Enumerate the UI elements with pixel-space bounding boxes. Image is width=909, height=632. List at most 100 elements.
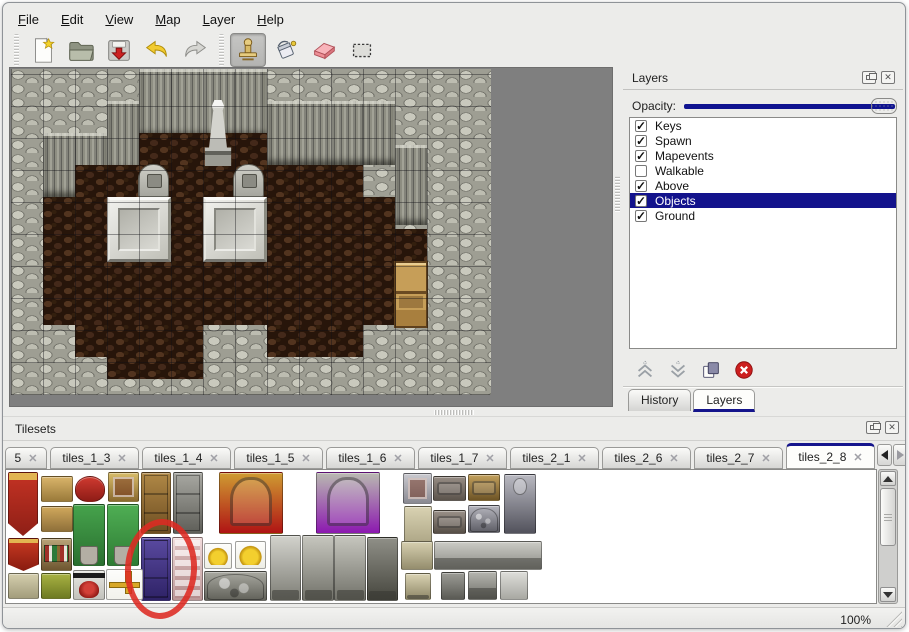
scrollbar-thumb[interactable] <box>880 488 896 546</box>
tile-metal-chest-2[interactable] <box>433 510 466 534</box>
tile-gold-pile[interactable] <box>235 541 266 569</box>
tileset-tab-tiles_2_6[interactable]: tiles_2_6✕ <box>602 447 691 469</box>
tab-close-icon[interactable]: ✕ <box>393 452 402 465</box>
move-layer-down-button[interactable] <box>666 358 690 382</box>
tile-red-grindstone[interactable] <box>73 570 105 600</box>
tile-armor-suit[interactable] <box>504 474 536 534</box>
tile-small-obelisk[interactable] <box>405 573 431 600</box>
layer-checkbox[interactable] <box>635 165 647 177</box>
menu-item-map[interactable]: Map <box>148 10 187 29</box>
layer-row-keys[interactable]: ✓Keys <box>630 118 896 133</box>
undo-button[interactable] <box>139 33 175 67</box>
delete-layer-button[interactable] <box>732 358 756 382</box>
tileset-tab-tiles_1_4[interactable]: tiles_1_4✕ <box>142 447 231 469</box>
layer-row-mapevents[interactable]: ✓Mapevents <box>630 148 896 163</box>
tile-green-banner[interactable] <box>41 573 71 599</box>
tile-gold-mirror[interactable] <box>108 472 139 502</box>
layer-row-above[interactable]: ✓Above <box>630 178 896 193</box>
menu-item-file[interactable]: File <box>11 10 46 29</box>
scroll-down-button[interactable] <box>880 587 896 602</box>
tab-close-icon[interactable]: ✕ <box>853 451 862 464</box>
toolbar-handle[interactable] <box>14 34 19 66</box>
stamp-tool-button[interactable] <box>230 33 266 67</box>
tab-close-icon[interactable]: ✕ <box>117 452 126 465</box>
map-canvas[interactable] <box>9 67 613 407</box>
tab-scroll-left-button[interactable] <box>877 444 892 466</box>
eraser-tool-button[interactable] <box>306 33 342 67</box>
layer-row-ground[interactable]: ✓Ground <box>630 208 896 223</box>
scroll-up-button[interactable] <box>880 471 896 486</box>
tileset-tab-tiles_1_5[interactable]: tiles_1_5✕ <box>234 447 323 469</box>
menu-item-layer[interactable]: Layer <box>196 10 243 29</box>
tile-red-cushion[interactable] <box>75 476 105 502</box>
tab-close-icon[interactable]: ✕ <box>485 452 494 465</box>
tab-close-icon[interactable]: ✕ <box>301 452 310 465</box>
opacity-slider[interactable] <box>684 98 897 114</box>
tileset-tab-5[interactable]: 5✕ <box>5 447 47 469</box>
tile-red-throne[interactable] <box>219 472 283 534</box>
layer-row-walkable[interactable]: Walkable <box>630 163 896 178</box>
toolbar-handle[interactable] <box>219 34 224 66</box>
tileset-tab-tiles_2_1[interactable]: tiles_2_1✕ <box>510 447 599 469</box>
tileset-tab-tiles_2_8[interactable]: tiles_2_8✕ <box>786 443 875 469</box>
tile-tomb-pedestal[interactable] <box>401 541 433 570</box>
tileset-tab-tiles_1_3[interactable]: tiles_1_3✕ <box>50 447 139 469</box>
horizontal-splitter[interactable] <box>434 408 474 416</box>
tile-purple-throne[interactable] <box>316 472 380 534</box>
tile-red-banner[interactable] <box>8 472 38 536</box>
open-map-button[interactable] <box>63 33 99 67</box>
tab-close-icon[interactable]: ✕ <box>209 452 218 465</box>
tileset-scrollbar[interactable] <box>878 469 898 604</box>
resize-grip[interactable] <box>885 610 902 627</box>
tile-gold-key[interactable] <box>204 543 232 569</box>
tile-red-emblem[interactable] <box>8 538 39 571</box>
rect-select-tool-button[interactable] <box>344 33 380 67</box>
opacity-slider-handle[interactable] <box>871 98 897 114</box>
tile-armor-pile[interactable] <box>468 505 500 533</box>
tab-close-icon[interactable]: ✕ <box>669 452 678 465</box>
dock-tab-layers[interactable]: Layers <box>693 389 755 412</box>
menu-item-help[interactable]: Help <box>250 10 291 29</box>
layer-checkbox[interactable]: ✓ <box>635 150 647 162</box>
tileset-tab-tiles_1_6[interactable]: tiles_1_6✕ <box>326 447 415 469</box>
menu-item-view[interactable]: View <box>98 10 140 29</box>
new-map-button[interactable] <box>25 33 61 67</box>
tile-ghost-statue[interactable] <box>270 535 301 601</box>
dock-tab-history[interactable]: History <box>628 389 691 411</box>
tab-close-icon[interactable]: ✕ <box>28 452 37 465</box>
layer-checkbox[interactable]: ✓ <box>635 180 647 192</box>
tile-parchment[interactable] <box>8 573 39 599</box>
tile-loom-bottom[interactable] <box>41 506 73 532</box>
tab-scroll-right-button[interactable] <box>893 444 906 466</box>
tile-gray-block-light[interactable] <box>500 571 528 600</box>
menu-item-edit[interactable]: Edit <box>54 10 90 29</box>
tab-close-icon[interactable]: ✕ <box>761 452 770 465</box>
tile-rock-pile[interactable] <box>204 571 267 601</box>
float-panel-button[interactable] <box>866 421 880 434</box>
tile-stone-pillar[interactable] <box>441 572 465 600</box>
map-render-area[interactable] <box>11 69 491 395</box>
tileset-tab-tiles_2_7[interactable]: tiles_2_7✕ <box>694 447 783 469</box>
tile-loom-top[interactable] <box>41 476 73 502</box>
tab-close-icon[interactable]: ✕ <box>577 452 586 465</box>
tile-stone-slab[interactable] <box>434 541 542 570</box>
tile-palm-plant[interactable] <box>73 504 105 566</box>
layer-checkbox[interactable]: ✓ <box>635 135 647 147</box>
move-layer-up-button[interactable] <box>633 358 657 382</box>
layer-checkbox[interactable]: ✓ <box>635 195 647 207</box>
float-panel-button[interactable] <box>862 71 876 84</box>
tile-book-shelf[interactable] <box>41 538 72 571</box>
duplicate-layer-button[interactable] <box>699 358 723 382</box>
fill-tool-button[interactable] <box>268 33 304 67</box>
vertical-splitter[interactable] <box>613 67 622 407</box>
layer-checkbox[interactable]: ✓ <box>635 120 647 132</box>
tile-metal-chest[interactable] <box>433 476 466 501</box>
close-panel-button[interactable]: ✕ <box>881 71 895 84</box>
tile-wood-crate[interactable] <box>468 474 500 501</box>
save-map-button[interactable] <box>101 33 137 67</box>
layer-row-spawn[interactable]: ✓Spawn <box>630 133 896 148</box>
layer-row-objects[interactable]: ✓Objects <box>630 193 896 208</box>
tile-gargoyle-left[interactable] <box>302 535 334 601</box>
tile-gargoyle-right[interactable] <box>334 535 366 601</box>
tile-king-portrait[interactable] <box>403 473 432 504</box>
